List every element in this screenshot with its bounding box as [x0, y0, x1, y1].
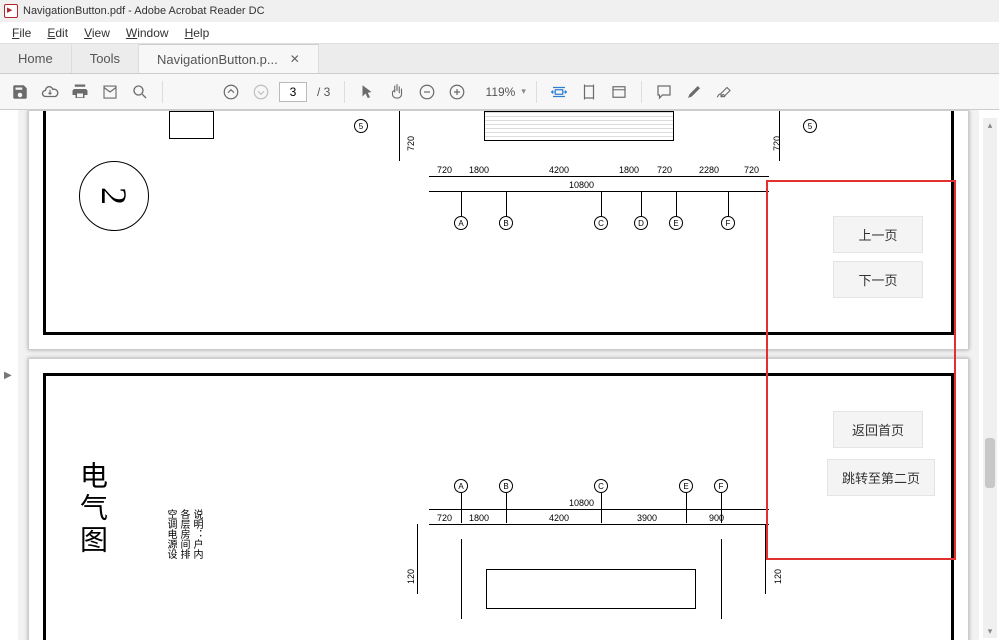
- title-bar: NavigationButton.pdf - Adobe Acrobat Rea…: [0, 0, 999, 22]
- tab-document-label: NavigationButton.p...: [157, 52, 278, 67]
- annotation-rectangle: [766, 180, 956, 560]
- note-text: 各层房间排: [176, 509, 191, 559]
- axis-marker: E: [679, 479, 693, 493]
- tab-tools[interactable]: Tools: [72, 44, 139, 73]
- fit-page-icon[interactable]: [577, 80, 601, 104]
- close-icon[interactable]: ✕: [290, 52, 300, 66]
- dim-label: 720: [744, 165, 759, 175]
- sign-icon[interactable]: [712, 80, 736, 104]
- dim-label: 4200: [549, 165, 569, 175]
- scroll-up-icon[interactable]: ▴: [983, 118, 997, 132]
- pointer-icon[interactable]: [355, 80, 379, 104]
- axis-marker: B: [499, 216, 513, 230]
- axis-marker: B: [499, 479, 513, 493]
- print-icon[interactable]: [68, 80, 92, 104]
- dim-label: 120: [406, 569, 416, 584]
- dim-label: 10800: [569, 180, 594, 190]
- vertical-scrollbar[interactable]: ▴ ▾: [983, 118, 997, 638]
- axis-marker: C: [594, 479, 608, 493]
- dim-label: 900: [709, 513, 724, 523]
- zoom-in-icon[interactable]: [445, 80, 469, 104]
- dim-label: 720: [437, 165, 452, 175]
- page-badge: 2: [79, 161, 149, 231]
- page-number-input[interactable]: [279, 82, 307, 102]
- axis-marker: A: [454, 216, 468, 230]
- page-down-icon[interactable]: [249, 80, 273, 104]
- small-box: [169, 111, 214, 139]
- axis-marker: F: [721, 216, 735, 230]
- axis-marker: D: [634, 216, 648, 230]
- tab-bar: Home Tools NavigationButton.p... ✕: [0, 44, 999, 74]
- menu-window[interactable]: Window: [118, 24, 177, 42]
- save-icon[interactable]: [8, 80, 32, 104]
- page-up-icon[interactable]: [219, 80, 243, 104]
- axis-marker: 5: [354, 119, 368, 133]
- tab-document[interactable]: NavigationButton.p... ✕: [139, 44, 319, 73]
- axis-marker: E: [669, 216, 683, 230]
- dim-label: 3900: [637, 513, 657, 523]
- toolbar: / 3 119% ▾: [0, 74, 999, 110]
- read-mode-icon[interactable]: [607, 80, 631, 104]
- dim-label: 1800: [469, 165, 489, 175]
- dim-label: 720: [437, 513, 452, 523]
- menu-view[interactable]: View: [76, 24, 118, 42]
- scroll-down-icon[interactable]: ▾: [983, 624, 997, 638]
- cloud-icon[interactable]: [38, 80, 62, 104]
- document-viewport[interactable]: 2 5 5 720 1800 4200 1800 720 2280 720 10…: [18, 110, 979, 640]
- scroll-thumb[interactable]: [985, 438, 995, 488]
- zoom-out-icon[interactable]: [415, 80, 439, 104]
- fit-width-icon[interactable]: [547, 80, 571, 104]
- axis-marker: A: [454, 479, 468, 493]
- axis-marker: F: [714, 479, 728, 493]
- plan-body: [461, 539, 721, 619]
- comment-icon[interactable]: [652, 80, 676, 104]
- app-icon: [4, 4, 18, 18]
- axis-marker: C: [594, 216, 608, 230]
- title-text: NavigationButton.pdf - Adobe Acrobat Rea…: [23, 5, 265, 17]
- dim-label: 720: [406, 136, 416, 151]
- dim-label: 2280: [699, 165, 719, 175]
- zoom-level: 119%: [475, 85, 515, 99]
- dim-label: 1800: [469, 513, 489, 523]
- email-icon[interactable]: [98, 80, 122, 104]
- menu-file[interactable]: File: [4, 24, 39, 42]
- panel-toggle-icon[interactable]: ▶: [4, 370, 12, 381]
- dim-label: 4200: [549, 513, 569, 523]
- highlight-icon[interactable]: [682, 80, 706, 104]
- dim-label: 1800: [619, 165, 639, 175]
- search-icon[interactable]: [128, 80, 152, 104]
- axis-marker: 5: [803, 119, 817, 133]
- menu-edit[interactable]: Edit: [39, 24, 76, 42]
- hand-icon[interactable]: [385, 80, 409, 104]
- tab-home[interactable]: Home: [0, 44, 72, 73]
- page-total: / 3: [317, 85, 330, 99]
- note-text: 空调电源设: [163, 509, 178, 559]
- dim-label: 720: [657, 165, 672, 175]
- zoom-dropdown-icon[interactable]: ▾: [521, 86, 526, 97]
- menu-bar: File Edit View Window Help: [0, 22, 999, 44]
- dim-label: 120: [773, 569, 783, 584]
- note-text: 说明：户内: [189, 509, 204, 559]
- plan-shape: [484, 111, 674, 141]
- menu-help[interactable]: Help: [177, 24, 218, 42]
- drawing-title: 电气图: [71, 461, 111, 557]
- dim-label: 720: [772, 136, 782, 151]
- dim-label: 10800: [569, 498, 594, 508]
